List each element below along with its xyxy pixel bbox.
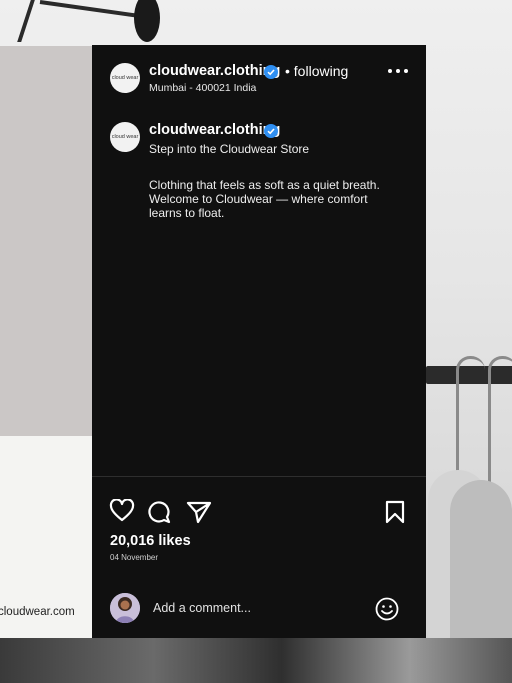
- bottom-garments: [0, 638, 512, 683]
- divider: [92, 476, 426, 477]
- background-url-text: cloudwear.com: [0, 606, 75, 618]
- logo-text: cloud wear: [111, 75, 139, 81]
- comment-icon[interactable]: [147, 500, 171, 524]
- smiley-icon[interactable]: [375, 597, 399, 621]
- send-icon[interactable]: [186, 500, 212, 524]
- caption-avatar[interactable]: cloud wear: [110, 122, 140, 152]
- caption-tagline: Step into the Cloudwear Store: [149, 142, 310, 156]
- caption-handle[interactable]: cloudwear.clothing: [149, 122, 280, 138]
- post-date: 04 November: [110, 553, 159, 562]
- logo-text: cloud wear: [111, 134, 139, 140]
- hanger: [488, 356, 512, 499]
- post-card: cloud wear cloudwear.clothing • followin…: [92, 45, 426, 638]
- account-handle[interactable]: cloudwear.clothing: [149, 63, 280, 79]
- comment-input[interactable]: Add a comment...: [153, 601, 251, 615]
- post-location[interactable]: Mumbai - 400021 India: [149, 82, 256, 94]
- hanging-garment: [450, 480, 512, 640]
- following-status[interactable]: • following: [285, 63, 348, 79]
- bookmark-icon[interactable]: [384, 500, 406, 524]
- likes-count[interactable]: 20,016 likes: [110, 533, 191, 549]
- account-avatar[interactable]: cloud wear: [110, 63, 140, 93]
- verified-badge-icon: [264, 124, 278, 138]
- verified-badge-icon: [264, 65, 278, 79]
- user-avatar: [110, 593, 140, 623]
- caption-body: Clothing that feels as soft as a quiet b…: [149, 178, 380, 220]
- left-panel: [0, 46, 92, 436]
- more-options-icon[interactable]: [388, 69, 408, 73]
- heart-icon[interactable]: [109, 499, 135, 523]
